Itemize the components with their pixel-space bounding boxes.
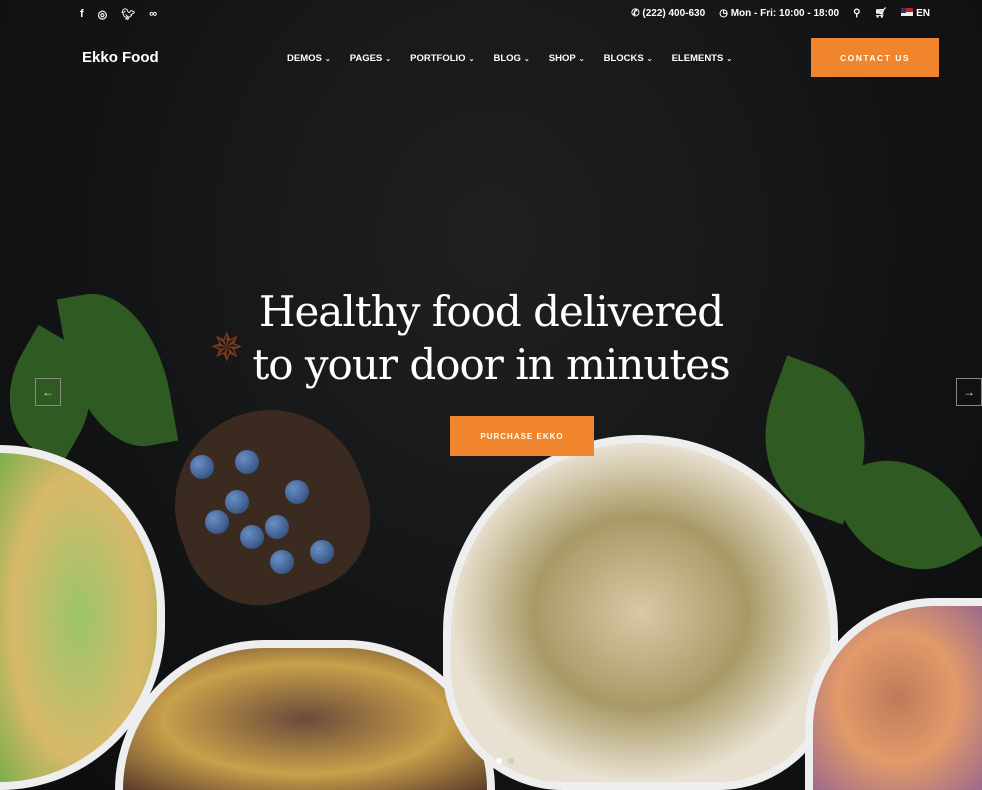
slider-pagination xyxy=(496,758,514,764)
slide-dot[interactable] xyxy=(508,758,514,764)
phone-number[interactable]: (222) 400-630 xyxy=(642,8,705,19)
purchase-button[interactable]: PURCHASE EKKO xyxy=(450,416,594,456)
nav-pages[interactable]: PAGES ⌄ xyxy=(350,53,391,64)
twitter-icon[interactable]: 🐦︎ xyxy=(121,8,135,21)
chevron-down-icon: ⌄ xyxy=(726,56,733,63)
chevron-down-icon: ⌄ xyxy=(646,56,653,63)
clock-icon: ◷ xyxy=(719,8,731,19)
site-logo[interactable]: Ekko Food xyxy=(82,49,159,66)
cart-icon[interactable]: 🛒︎ xyxy=(874,8,887,19)
nav-portfolio[interactable]: PORTFOLIO ⌄ xyxy=(410,53,474,64)
hero-background: ✵ xyxy=(0,0,982,790)
chevron-down-icon: ⌄ xyxy=(385,56,392,63)
tripadvisor-icon[interactable]: ∞ xyxy=(149,8,157,21)
chevron-down-icon: ⌄ xyxy=(578,56,585,63)
chevron-down-icon: ⌄ xyxy=(468,56,475,63)
phone-icon: ✆ xyxy=(631,8,643,19)
nav-shop[interactable]: SHOP ⌄ xyxy=(549,53,585,64)
opening-hours: Mon - Fri: 10:00 - 18:00 xyxy=(730,8,840,19)
prev-slide-arrow-icon[interactable]: ← xyxy=(35,378,61,406)
top-bar: f ◎ 🐦︎ ∞ ✆ (222) 400-630 ◷ Mon - Fri: 10… xyxy=(0,0,982,28)
wooden-spoon xyxy=(148,383,392,627)
chevron-down-icon: ⌄ xyxy=(523,56,530,63)
search-icon[interactable]: ⚲ xyxy=(853,8,860,19)
hero-title: Healthy food delivered to your door in mi… xyxy=(252,287,730,389)
grain-bowl xyxy=(443,435,838,790)
language-switcher[interactable]: EN xyxy=(901,8,930,19)
language-label: EN xyxy=(916,8,930,19)
next-slide-arrow-icon[interactable]: → xyxy=(956,378,982,406)
nav-blog[interactable]: BLOG ⌄ xyxy=(493,53,529,64)
slide-dot[interactable] xyxy=(496,758,502,764)
meat-bowl xyxy=(115,640,495,790)
instagram-icon[interactable]: ◎ xyxy=(98,8,108,21)
us-flag-icon xyxy=(901,8,914,16)
main-nav: DEMOS ⌄ PAGES ⌄ PORTFOLIO ⌄ BLOG ⌄ SHOP ⌄ BLO… xyxy=(287,53,732,64)
nav-demos[interactable]: DEMOS ⌄ xyxy=(287,53,331,64)
nav-blocks[interactable]: BLOCKS ⌄ xyxy=(604,53,653,64)
chevron-down-icon: ⌄ xyxy=(324,56,331,63)
facebook-icon[interactable]: f xyxy=(80,8,84,21)
nav-elements[interactable]: ELEMENTS ⌄ xyxy=(672,53,733,64)
contact-us-button[interactable]: CONTACT US xyxy=(811,38,939,77)
